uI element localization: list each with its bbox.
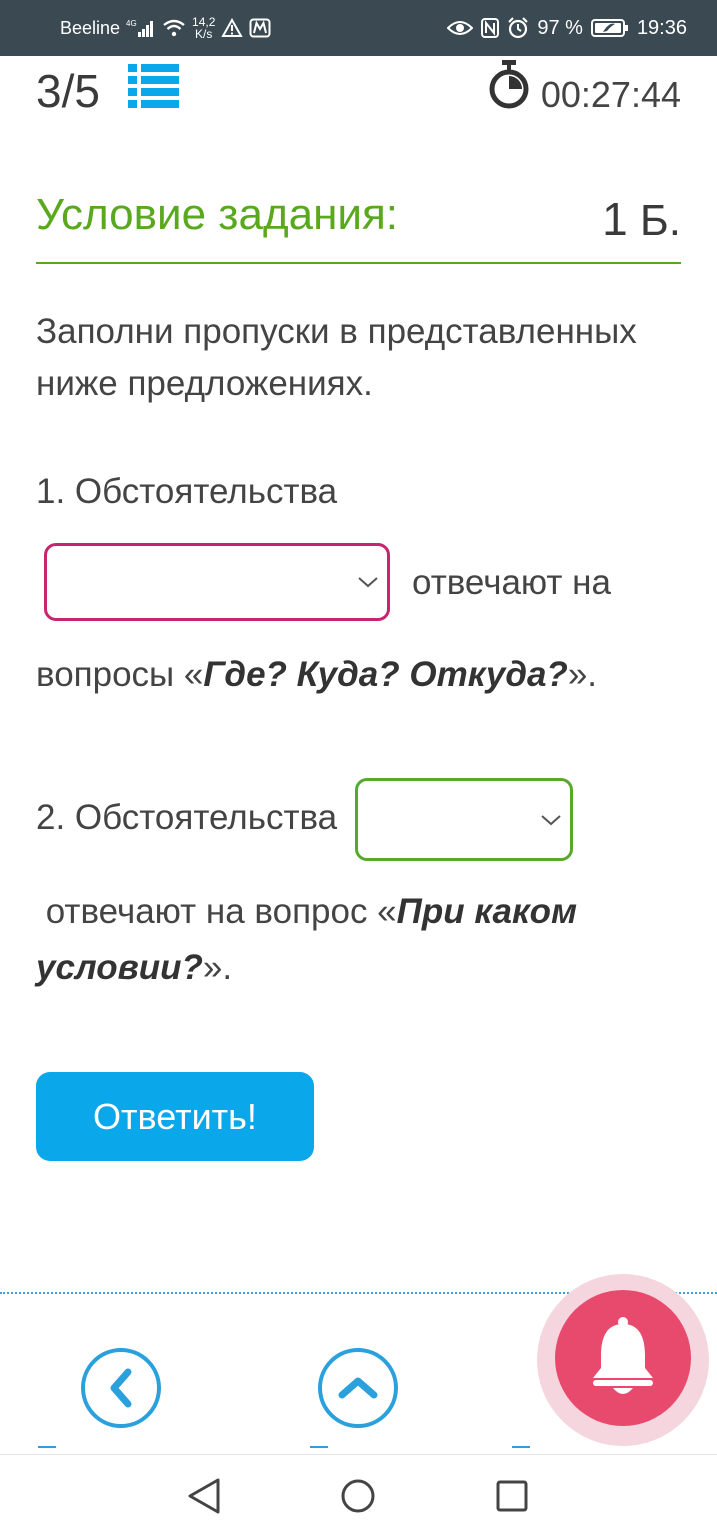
chevron-left-icon: [110, 1368, 132, 1408]
quiz-header: 3/5 00:27:44: [36, 60, 681, 120]
question1-suffix: ».: [567, 655, 598, 694]
title-divider: [36, 262, 681, 264]
points-unit: Б.: [639, 196, 681, 245]
home-icon[interactable]: [340, 1477, 376, 1515]
points-value: 1: [602, 193, 628, 245]
question-progress: 3/5: [36, 65, 100, 117]
metro-icon: [249, 18, 271, 38]
question1-label: 1. Обстоятельства: [36, 472, 338, 511]
task-points: 1 Б.: [602, 192, 681, 246]
chevron-down-icon: [358, 577, 378, 588]
alarm-icon: [507, 17, 529, 39]
question2-dropdown[interactable]: [355, 778, 573, 861]
speed-unit: K/s: [195, 27, 213, 41]
answer-button[interactable]: Ответить!: [36, 1072, 314, 1161]
task-instruction: Заполни пропуски в представленных ниже п…: [36, 312, 637, 403]
condition-title: Условие задания:: [36, 190, 399, 239]
question2-text: отвечают на вопрос «При каком условии?».: [36, 884, 636, 996]
warning-icon: [221, 18, 244, 38]
wifi-icon: [162, 18, 186, 38]
question1-after-text: отвечают на: [412, 563, 611, 602]
signal-icon: 4G: [126, 18, 156, 38]
eye-icon: [447, 19, 474, 37]
question2-suffix: ».: [202, 948, 233, 987]
back-icon[interactable]: [186, 1477, 222, 1515]
scroll-top-button[interactable]: [318, 1348, 398, 1428]
stopwatch-icon: [488, 60, 530, 110]
question1-dropdown[interactable]: [44, 543, 390, 621]
system-navigation-bar: [0, 1454, 717, 1537]
network-type: 4G: [126, 19, 137, 28]
notification-bell-button[interactable]: [555, 1290, 691, 1426]
battery-icon: [590, 18, 629, 38]
question1-prefix: вопросы «: [36, 655, 204, 694]
network-speed: 14,2 K/s: [192, 16, 215, 40]
question1-emphasis: Где? Куда? Откуда?: [203, 655, 568, 694]
question2-prefix: отвечают на вопрос «: [36, 892, 397, 931]
battery-percent: 97 %: [537, 16, 583, 39]
question1-line2: вопросы «Где? Куда? Откуда?».: [36, 655, 597, 695]
chevron-down-icon: [541, 814, 561, 825]
chevron-up-icon: [338, 1377, 378, 1399]
recent-apps-icon[interactable]: [494, 1477, 530, 1515]
question-list-icon[interactable]: [128, 64, 180, 110]
status-bar: Beeline 4G 14,2 K/s 97 % 19:36: [0, 0, 717, 56]
previous-question-button[interactable]: [81, 1348, 161, 1428]
nfc-icon: [481, 18, 500, 38]
elapsed-timer: 00:27:44: [540, 74, 681, 115]
carrier-label: Beeline: [60, 17, 121, 38]
clock-time: 19:36: [636, 16, 687, 39]
bell-icon: [593, 1317, 653, 1394]
question2-label: 2. Обстоятельства: [36, 798, 338, 837]
